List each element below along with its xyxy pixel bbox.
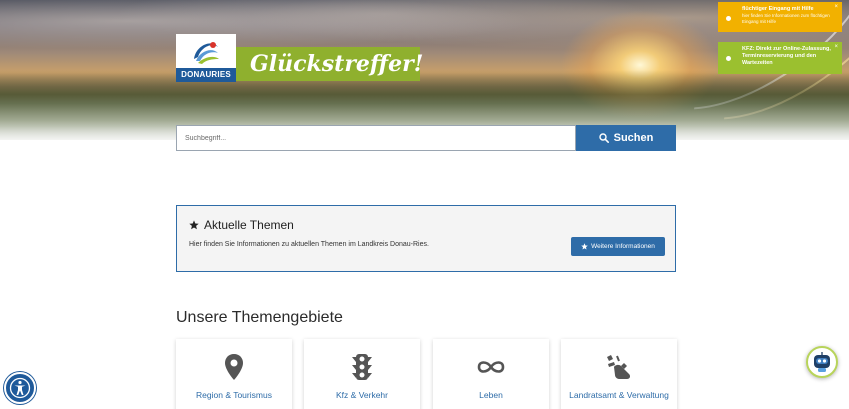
current-topics-box: Aktuelle Themen Hier finden Sie Informat… bbox=[176, 205, 676, 272]
notification-body: hier finden Sie Informationen zum flücht… bbox=[742, 13, 830, 24]
topic-card-label: Leben bbox=[479, 390, 503, 400]
topic-card-administration[interactable]: Landratsamt & Verwaltung bbox=[561, 339, 677, 409]
infinity-icon bbox=[477, 361, 505, 373]
current-topics-text: Hier finden Sie Informationen zu aktuell… bbox=[189, 241, 429, 248]
traffic-light-icon bbox=[352, 354, 372, 380]
search-icon bbox=[598, 133, 609, 143]
current-topics-heading: Aktuelle Themen bbox=[189, 218, 294, 232]
topic-card-label: Region & Tourismus bbox=[196, 390, 272, 400]
topic-card-label: Landratsamt & Verwaltung bbox=[569, 390, 669, 400]
star-icon bbox=[581, 243, 588, 250]
accessibility-icon bbox=[9, 377, 31, 399]
search-button[interactable]: Suchen bbox=[576, 125, 676, 151]
notification-kfz-online[interactable]: KFZ: Direkt zur Online-Zulassung, Termin… bbox=[718, 42, 842, 74]
chatbot-button[interactable] bbox=[806, 346, 838, 378]
search-input[interactable] bbox=[176, 125, 576, 151]
accessibility-button[interactable] bbox=[4, 372, 36, 404]
topic-card-label: Kfz & Verkehr bbox=[336, 390, 388, 400]
topic-card-region-tourism[interactable]: Region & Tourismus bbox=[176, 339, 292, 409]
search-button-label: Suchen bbox=[613, 132, 654, 144]
page: DONAURIES Glückstreffer! flüchtiger Eing… bbox=[0, 0, 849, 409]
map-pin-icon bbox=[225, 354, 243, 380]
bullet-icon bbox=[726, 16, 731, 21]
robot-icon bbox=[814, 352, 830, 372]
logo-text: DONAURIES bbox=[176, 68, 236, 82]
close-icon[interactable]: × bbox=[834, 4, 838, 10]
logo-swirl-icon bbox=[194, 42, 219, 64]
site-logo[interactable]: DONAURIES bbox=[176, 34, 236, 82]
more-info-label: Weitere Informationen bbox=[591, 243, 655, 250]
notification-title: flüchtiger Eingang mit Hilfe bbox=[742, 6, 814, 12]
bullet-icon bbox=[726, 56, 731, 61]
notification-refugee-entry[interactable]: flüchtiger Eingang mit Hilfe hier finden… bbox=[718, 2, 842, 32]
current-topics-title: Aktuelle Themen bbox=[204, 218, 294, 232]
star-icon bbox=[189, 220, 199, 230]
notification-title: KFZ: Direkt zur Online-Zulassung, Termin… bbox=[742, 46, 831, 66]
topic-areas-title: Unsere Themengebiete bbox=[176, 309, 343, 326]
topic-card-kfz-traffic[interactable]: Kfz & Verkehr bbox=[304, 339, 420, 409]
topic-card-life[interactable]: Leben bbox=[433, 339, 549, 409]
slogan-banner: Glückstreffer! bbox=[236, 47, 423, 81]
close-icon[interactable]: × bbox=[834, 44, 838, 50]
more-info-button[interactable]: Weitere Informationen bbox=[571, 237, 665, 256]
hand-signal-icon bbox=[607, 355, 631, 379]
